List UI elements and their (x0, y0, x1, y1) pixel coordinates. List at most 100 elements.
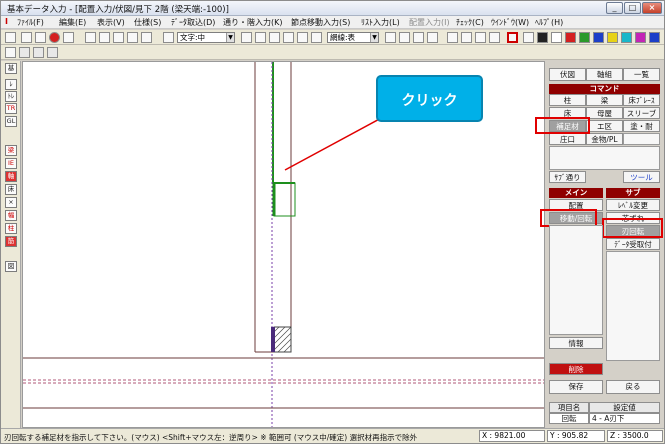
stop-icon[interactable] (49, 32, 60, 43)
menu-edit[interactable]: 編集(E) (59, 17, 86, 28)
refresh-icon[interactable] (141, 32, 152, 43)
command-beam[interactable]: 梁 (586, 94, 623, 106)
table-header-value: 設定値 (589, 402, 660, 413)
menu-view[interactable]: 表示(V) (97, 17, 125, 28)
arc-icon[interactable] (269, 32, 280, 43)
layer-icon[interactable] (283, 32, 294, 43)
color-white-button[interactable] (551, 32, 562, 43)
highlight-blade-rotate (602, 218, 663, 238)
cross-delete-icon[interactable] (413, 32, 424, 43)
all-colors-icon[interactable] (523, 32, 534, 43)
grid-toggle-icon[interactable] (47, 47, 58, 58)
tool-button[interactable]: ツール (623, 171, 660, 183)
menu-node-move[interactable]: 節点移動入力(S) (291, 17, 350, 28)
save-icon[interactable] (5, 32, 16, 43)
floor-plan-button[interactable]: 伏図 (549, 68, 586, 81)
tool-cross[interactable]: × (5, 197, 17, 208)
grid-view-icon[interactable] (85, 32, 96, 43)
diagonal-line-icon[interactable] (399, 32, 410, 43)
color-yellow-button[interactable] (607, 32, 618, 43)
close-button[interactable]: × (642, 2, 662, 14)
color-blue-button[interactable] (593, 32, 604, 43)
close-shape-icon[interactable] (475, 32, 486, 43)
font-icon[interactable] (163, 32, 174, 43)
command-opening[interactable]: 庄口 (549, 133, 586, 145)
tool-basic[interactable]: 基 (5, 63, 17, 74)
tool-trace[interactable]: ﾄﾚ (5, 91, 17, 102)
info-button[interactable]: 情報 (549, 337, 603, 349)
color-black-button[interactable] (537, 32, 548, 43)
back-button[interactable]: 戻る (606, 380, 660, 394)
minimize-button[interactable]: _ (606, 2, 623, 14)
pointer-icon[interactable] (63, 32, 74, 43)
color-green-button[interactable] (579, 32, 590, 43)
monitor-icon[interactable] (5, 47, 16, 58)
table-cell-rotation-value[interactable]: 4 - A刃下 (589, 413, 660, 424)
command-section[interactable]: エ区 (586, 120, 623, 132)
line-icon[interactable] (385, 32, 396, 43)
color-magenta-button[interactable] (635, 32, 646, 43)
callout-pointer (284, 115, 386, 171)
tool-width[interactable]: 幅 (5, 210, 17, 221)
redo-icon[interactable] (35, 32, 46, 43)
sub-data-receive-button[interactable]: ﾃﾞｰﾀ受取付 (606, 238, 660, 250)
dimension-icon[interactable] (241, 32, 252, 43)
sub-level-change-button[interactable]: ﾚﾍﾞﾙ変更 (606, 199, 660, 211)
command-paint[interactable]: 塗・耐 (623, 120, 660, 132)
command-purlin[interactable]: 母屋 (586, 107, 623, 119)
tool-column[interactable]: 柱 (5, 223, 17, 234)
menu-placement[interactable]: 配置入力(I) (409, 17, 450, 28)
menu-file[interactable]: ﾌｧｲﾙ(F) (17, 17, 44, 28)
menu-window[interactable]: ｳｲﾝﾄﾞｳ(W) (491, 17, 529, 28)
tool-floor[interactable]: 床 (5, 184, 17, 195)
menu-app-icon[interactable]: I (5, 17, 8, 26)
tool-beam[interactable]: 梁 (5, 145, 17, 156)
record-icon[interactable] (507, 32, 518, 43)
text-size-select[interactable]: 文字:中 ▼ (177, 32, 235, 43)
command-column[interactable]: 柱 (549, 94, 586, 106)
zoom-icon[interactable] (113, 32, 124, 43)
menu-check[interactable]: ﾁｪｯｸ(C) (456, 17, 484, 28)
menu-bar: I ﾌｧｲﾙ(F) 編集(E) 表示(V) 仕様(S) ﾃﾞｰﾀ取込(D) 通り… (1, 16, 664, 29)
menu-help[interactable]: ﾍﾙﾌﾟ(H) (535, 17, 563, 28)
menu-grid-floor[interactable]: 通り・階入力(K) (223, 17, 283, 28)
tool-axis[interactable]: 軸 (5, 171, 17, 182)
list-button[interactable]: 一覧 (623, 68, 660, 81)
tool-tr[interactable]: TR (5, 103, 17, 114)
maximize-button[interactable]: □ (624, 2, 641, 14)
pan-icon[interactable] (127, 32, 138, 43)
grid-line-select[interactable]: 網線:表 ▼ (327, 32, 379, 43)
hatched-column[interactable] (273, 326, 292, 353)
rotate-icon[interactable] (19, 47, 30, 58)
hatch-icon[interactable] (297, 32, 308, 43)
polyline-icon[interactable] (461, 32, 472, 43)
command-floor-brace[interactable]: 床ﾌﾞﾚｰｽ (623, 94, 660, 106)
no-entry-icon[interactable] (33, 47, 44, 58)
menu-list-input[interactable]: ﾘｽﾄ入力(L) (361, 17, 400, 28)
save-button[interactable]: 保存 (549, 380, 603, 394)
color-navy-button[interactable] (649, 32, 660, 43)
select-icon[interactable] (427, 32, 438, 43)
symbol-icon[interactable] (311, 32, 322, 43)
color-cyan-button[interactable] (621, 32, 632, 43)
command-sleeve[interactable]: スリーブ (623, 107, 660, 119)
tool-drawing[interactable]: 図 (5, 261, 17, 272)
tool-check[interactable]: ﾚ (5, 79, 17, 90)
rectangle-icon[interactable] (489, 32, 500, 43)
framing-button[interactable]: 軸組 (586, 68, 623, 81)
plan-view-icon[interactable] (99, 32, 110, 43)
menu-spec[interactable]: 仕様(S) (134, 17, 161, 28)
sub-grid-button[interactable]: ｻﾌﾞ通り (549, 171, 586, 183)
command-blank-area (549, 146, 660, 170)
menu-import[interactable]: ﾃﾞｰﾀ取込(D) (171, 17, 215, 28)
tool-rebar[interactable]: 筋 (5, 236, 17, 247)
tool-gl[interactable]: GL (5, 116, 17, 127)
tool-ie[interactable]: IE (5, 158, 17, 169)
measure-icon[interactable] (255, 32, 266, 43)
delete-button[interactable]: 削除 (549, 363, 603, 375)
command-hardware[interactable]: 金物/PL (586, 133, 623, 145)
selected-member[interactable] (273, 182, 296, 217)
undo-icon[interactable] (21, 32, 32, 43)
color-red-button[interactable] (565, 32, 576, 43)
dotted-line-icon[interactable] (447, 32, 458, 43)
